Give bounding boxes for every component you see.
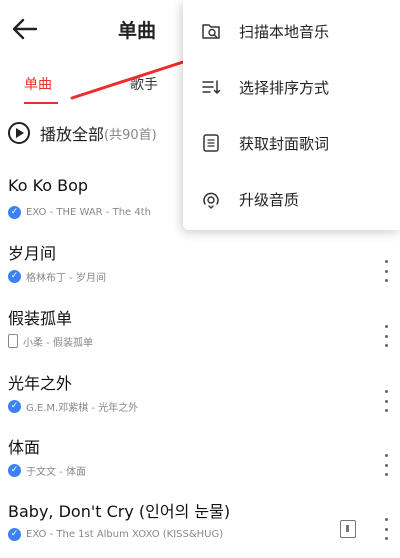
dot [384, 518, 388, 521]
dot [384, 473, 388, 476]
play-circle-icon [8, 122, 30, 144]
song-subtitle: ✓ 格林布丁 - 岁月间 [8, 268, 106, 284]
song-subtitle: ✓ EXO - The 1st Album XOXO (KISS&HUG) [8, 526, 223, 542]
page-title: 单曲 [118, 20, 157, 42]
overflow-menu: 扫描本地音乐 选择排序方式 获取封面歌词 升级音质 [183, 0, 400, 230]
menu-item-label: 获取封面歌词 [239, 134, 330, 153]
dot [384, 325, 388, 328]
menu-item-fetch-cover-lyrics[interactable]: 获取封面歌词 [183, 118, 400, 168]
song-title: Ko Ko Bop [8, 176, 89, 195]
song-title: Baby, Don't Cry (인어의 눈물) [8, 502, 231, 521]
dot [384, 399, 388, 403]
more-options-icon[interactable] [382, 454, 390, 476]
song-subtitle: ✓ EXO - THE WAR - The 4th [8, 204, 151, 220]
dot [384, 409, 388, 412]
song-row[interactable]: Baby, Don't Cry (인어의 눈물) ✓ EXO - The 1st A… [0, 498, 400, 558]
verified-check-icon: ✓ [8, 205, 21, 219]
lyrics-cover-icon [203, 134, 219, 152]
more-options-icon[interactable] [382, 390, 390, 412]
song-subtitle: ✓ 于文文 - 体面 [8, 462, 86, 478]
play-all-count: (共90首) [104, 127, 157, 143]
dot [384, 537, 388, 540]
song-title: 体面 [8, 438, 41, 457]
song-subtitle: ✓ G.E.M.邓紫棋 - 光年之外 [8, 398, 138, 414]
song-subtitle: 小柔 - 假装孤单 [8, 333, 93, 349]
song-artist-album: G.E.M.邓紫棋 - 光年之外 [26, 402, 139, 414]
dot [384, 463, 388, 467]
song-row[interactable]: 光年之外 ✓ G.E.M.邓紫棋 - 光年之外 [0, 370, 400, 434]
active-tab-indicator [24, 102, 58, 104]
local-phone-icon [8, 334, 18, 348]
dot [384, 454, 388, 457]
song-title: 岁月间 [8, 244, 57, 263]
song-row[interactable]: 体面 ✓ 于文文 - 体面 [0, 434, 400, 498]
menu-item-upgrade-quality[interactable]: 升级音质 [183, 174, 400, 224]
dot [384, 390, 388, 393]
song-artist-album: 格林布丁 - 岁月间 [26, 272, 106, 284]
mv-icon[interactable] [340, 520, 356, 538]
menu-item-scan-local-music[interactable]: 扫描本地音乐 [183, 6, 400, 56]
song-title: 假装孤单 [8, 309, 73, 328]
dot [384, 334, 388, 338]
more-options-icon[interactable] [382, 518, 390, 540]
play-all-label: 播放全部 [40, 125, 105, 144]
quality-upgrade-icon [203, 192, 219, 209]
more-options-icon[interactable] [382, 260, 390, 282]
play-all-button[interactable]: 播放全部 (共90首) [8, 118, 157, 148]
song-row[interactable]: 岁月间 ✓ 格林布丁 - 岁月间 [0, 240, 400, 304]
song-title: 光年之外 [8, 374, 73, 393]
menu-item-label: 升级音质 [239, 190, 300, 209]
scan-folder-icon [202, 24, 220, 39]
dot [384, 279, 388, 282]
tab-songs[interactable]: 单曲 [24, 74, 52, 94]
back-arrow-icon[interactable] [10, 14, 40, 44]
verified-check-icon: ✓ [8, 269, 21, 283]
song-artist-album: 小柔 - 假装孤单 [23, 337, 93, 349]
menu-item-label: 选择排序方式 [239, 78, 330, 97]
dot [384, 344, 388, 347]
dot [384, 269, 388, 273]
verified-check-icon: ✓ [8, 399, 21, 413]
dot [384, 527, 388, 531]
song-row[interactable]: 假装孤单小柔 - 假装孤单 [0, 305, 400, 369]
sort-icon [202, 80, 221, 94]
tab-singers[interactable]: 歌手 [130, 74, 158, 94]
song-artist-album: EXO - THE WAR - The 4th [26, 206, 151, 218]
menu-item-sort-order[interactable]: 选择排序方式 [183, 62, 400, 112]
song-artist-album: EXO - The 1st Album XOXO (KISS&HUG) [26, 528, 224, 540]
verified-check-icon: ✓ [8, 463, 21, 477]
menu-item-label: 扫描本地音乐 [239, 22, 330, 41]
more-options-icon[interactable] [382, 325, 390, 347]
dot [384, 260, 388, 263]
verified-check-icon: ✓ [8, 527, 21, 541]
song-artist-album: 于文文 - 体面 [26, 466, 86, 478]
